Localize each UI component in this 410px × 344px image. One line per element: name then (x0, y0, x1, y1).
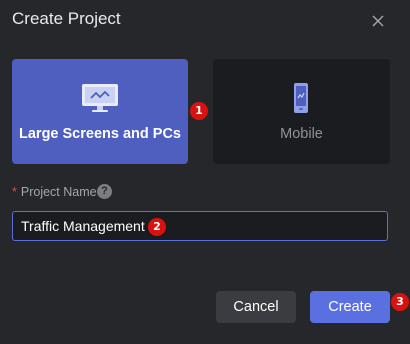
phone-icon (293, 82, 309, 114)
platform-option-label: Mobile (280, 126, 323, 142)
project-name-input[interactable] (12, 211, 388, 241)
project-name-label-text: Project Name (20, 185, 97, 199)
platform-option-label: Large Screens and PCs (19, 126, 181, 142)
cancel-button[interactable]: Cancel (216, 291, 296, 323)
dialog-title: Create Project (12, 9, 121, 28)
step-badge: 2 (148, 218, 166, 236)
project-name-label: * Project Name (12, 185, 97, 199)
platform-option-large-screens[interactable]: Large Screens and PCs (12, 59, 188, 164)
step-badge: 1 (190, 102, 208, 120)
monitor-icon (81, 83, 119, 113)
create-button[interactable]: Create (310, 291, 390, 323)
question-circle-icon[interactable]: ? (97, 184, 112, 199)
step-badge: 3 (391, 293, 409, 311)
platform-option-mobile[interactable]: Mobile (213, 59, 390, 164)
close-icon[interactable] (369, 12, 387, 30)
create-project-dialog: Create Project Large Screens and PCs Mob… (0, 0, 410, 344)
required-mark: * (12, 185, 17, 199)
